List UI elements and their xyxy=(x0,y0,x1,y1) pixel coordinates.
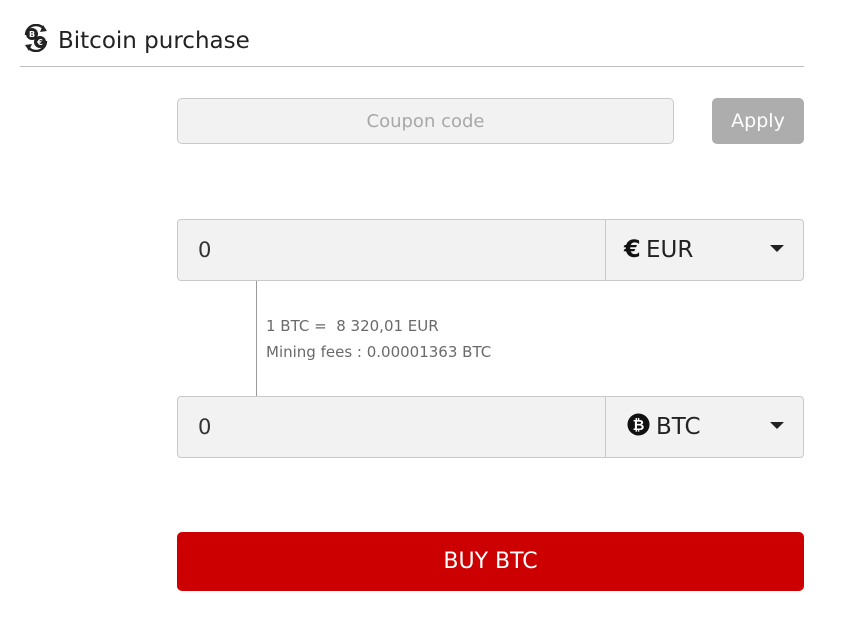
crypto-amount-row: ₿ BTC xyxy=(177,396,804,458)
coupon-code-input[interactable] xyxy=(177,98,674,144)
svg-text:€: € xyxy=(36,38,43,47)
buy-btc-button[interactable]: BUY BTC xyxy=(177,532,804,591)
euro-icon: € xyxy=(624,235,641,263)
eur-amount-input[interactable] xyxy=(178,220,606,280)
fiat-currency-select[interactable]: € EUR xyxy=(606,220,803,280)
connector-line xyxy=(256,281,257,396)
currency-exchange-icon: B € xyxy=(24,24,48,52)
fiat-currency-label: EUR xyxy=(646,237,694,263)
crypto-currency-label: BTC xyxy=(656,414,701,440)
exchange-rate-text: 1 BTC = 8 320,01 EUR xyxy=(266,317,439,335)
crypto-currency-select[interactable]: ₿ BTC xyxy=(606,397,803,457)
caret-down-icon xyxy=(770,422,784,429)
bitcoin-icon: ₿ xyxy=(627,413,650,436)
btc-amount-input[interactable] xyxy=(178,397,606,457)
fiat-amount-row: € EUR xyxy=(177,219,804,281)
page-header: B € Bitcoin purchase xyxy=(20,22,804,67)
page-title: Bitcoin purchase xyxy=(58,28,250,54)
svg-text:B: B xyxy=(29,30,35,39)
caret-down-icon xyxy=(770,245,784,252)
mining-fees-text: Mining fees : 0.00001363 BTC xyxy=(266,343,492,361)
apply-coupon-button[interactable]: Apply xyxy=(712,98,804,144)
svg-text:₿: ₿ xyxy=(633,418,645,434)
